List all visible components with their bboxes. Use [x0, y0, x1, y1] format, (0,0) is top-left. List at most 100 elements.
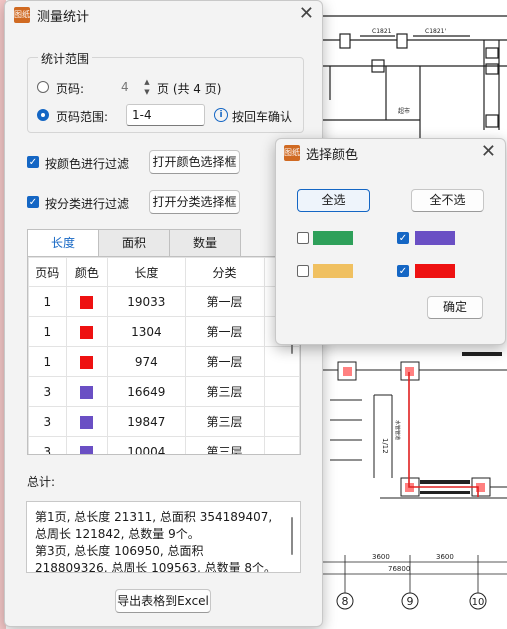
- stats-tabs: 长度 面积 数量: [27, 229, 295, 257]
- color-checkbox-purple[interactable]: ✓: [397, 232, 409, 244]
- table-header-row: 页码 颜色 长度 分类: [28, 257, 300, 287]
- spin-arrows[interactable]: ▲ ▼: [141, 77, 153, 97]
- cad-label-room: 超市: [398, 107, 410, 115]
- cell-color: [65, 376, 109, 407]
- cad-dim-a: 3600: [372, 553, 390, 561]
- tab-area[interactable]: 面积: [98, 229, 170, 257]
- cad-label-vertical2: 水管管道: [394, 420, 401, 440]
- page-radio[interactable]: [37, 81, 49, 93]
- color-swatch-purple: [415, 231, 455, 245]
- total-label: 总计:: [27, 475, 56, 489]
- color-swatch: [80, 445, 94, 454]
- cell-color: [65, 346, 109, 377]
- color-filter-checkbox[interactable]: ✓: [27, 156, 39, 168]
- select-none-button[interactable]: 全不选: [411, 189, 484, 212]
- stats-table-container[interactable]: 页码 颜色 长度 分类 1 19033 第一层 1 1304 第一层 1 974 第一层 3 166…: [27, 256, 301, 455]
- cell-length: 19033: [107, 286, 186, 317]
- color-swatch-red: [415, 264, 455, 278]
- title-bar[interactable]: 图纸 测量统计 ✕: [5, 1, 322, 29]
- cell-category: 第一层: [184, 316, 265, 347]
- col-header-color[interactable]: 颜色: [65, 257, 109, 287]
- page-label: 页码:: [56, 82, 85, 96]
- color-checkbox-yellow[interactable]: [297, 265, 309, 277]
- cell-page: 3: [28, 436, 67, 454]
- cell-filler: [263, 406, 300, 437]
- color-checkbox-red[interactable]: ✓: [397, 265, 409, 277]
- cad-dim-b: 3600: [436, 553, 454, 561]
- cell-category: 第三层: [184, 406, 265, 437]
- cell-color: [65, 316, 109, 347]
- color-swatch: [80, 295, 94, 309]
- summary-scrollbar[interactable]: [291, 517, 293, 555]
- spin-up-icon[interactable]: ▲: [141, 77, 153, 87]
- color-swatch: [80, 325, 94, 339]
- select-all-button[interactable]: 全选: [297, 189, 370, 212]
- cad-label-top-1: C1821: [372, 28, 392, 35]
- category-filter-checkbox[interactable]: ✓: [27, 196, 39, 208]
- table-row[interactable]: 1 974 第一层: [28, 346, 300, 377]
- color-dialog-app-icon: 图纸: [284, 145, 300, 161]
- color-dialog-title: 选择颜色: [306, 148, 359, 163]
- cad-axis-10: 10: [472, 597, 485, 608]
- color-picker-dialog: 图纸 选择颜色 ✕ 全选 全不选 ✓ ✓ 确定: [275, 138, 506, 345]
- cell-page: 1: [28, 286, 67, 317]
- cell-length: 16649: [107, 376, 186, 407]
- cad-axis-8: 8: [342, 595, 349, 608]
- cell-length: 974: [107, 346, 186, 377]
- cell-page: 3: [28, 376, 67, 407]
- range-input[interactable]: 1-4: [126, 104, 205, 126]
- dialog-title: 测量统计: [37, 10, 90, 25]
- range-radio[interactable]: [37, 109, 49, 121]
- cell-category: 第一层: [184, 346, 265, 377]
- open-color-picker-button[interactable]: 打开颜色选择框: [149, 150, 240, 174]
- color-swatch: [80, 355, 94, 369]
- col-header-length[interactable]: 长度: [107, 257, 186, 287]
- range-label: 页码范围:: [56, 110, 109, 124]
- color-checkbox-green[interactable]: [297, 232, 309, 244]
- spin-down-icon[interactable]: ▼: [141, 87, 153, 97]
- page-spin-value: 4: [121, 80, 129, 94]
- cell-length: 10004: [107, 436, 186, 454]
- color-dialog-close-icon[interactable]: ✕: [481, 142, 496, 162]
- scope-group-title: 统计范围: [38, 50, 93, 67]
- col-header-category[interactable]: 分类: [184, 257, 265, 287]
- open-category-picker-button[interactable]: 打开分类选择框: [149, 190, 240, 214]
- export-excel-button[interactable]: 导出表格到Excel: [115, 589, 211, 613]
- cad-axis-9: 9: [407, 595, 414, 608]
- cell-category: 第三层: [184, 376, 265, 407]
- enter-hint: 按回车确认: [232, 110, 293, 124]
- cell-page: 3: [28, 406, 67, 437]
- table-row[interactable]: 3 16649 第三层: [28, 376, 300, 407]
- cell-category: 第三层: [184, 436, 265, 454]
- cell-filler: [263, 376, 300, 407]
- category-filter-label: 按分类进行过滤: [45, 197, 130, 211]
- color-swatch-yellow: [313, 264, 353, 278]
- color-filter-label: 按颜色进行过滤: [45, 157, 130, 171]
- cell-color: [65, 436, 109, 454]
- stats-table: 页码 颜色 长度 分类 1 19033 第一层 1 1304 第一层 1 974 第一层 3 166…: [28, 257, 300, 454]
- color-swatch: [80, 385, 94, 399]
- cell-page: 1: [28, 346, 67, 377]
- col-header-page[interactable]: 页码: [28, 257, 67, 287]
- app-icon: 图纸: [14, 7, 30, 23]
- color-swatch: [80, 415, 94, 429]
- summary-text[interactable]: 第1页, 总长度 21311, 总面积 354189407, 总周长 12184…: [26, 501, 301, 573]
- cell-length: 1304: [107, 316, 186, 347]
- table-row[interactable]: 3 19847 第三层: [28, 406, 300, 437]
- tab-count[interactable]: 数量: [169, 229, 241, 257]
- cell-filler: [263, 346, 300, 377]
- table-row[interactable]: 3 10004 第三层: [28, 436, 300, 454]
- confirm-button[interactable]: 确定: [427, 296, 483, 319]
- cell-page: 1: [28, 316, 67, 347]
- cad-dim-total: 76800: [388, 565, 410, 573]
- table-row[interactable]: 1 1304 第一层: [28, 316, 300, 347]
- close-icon[interactable]: ✕: [299, 4, 314, 24]
- cell-length: 19847: [107, 406, 186, 437]
- table-row[interactable]: 1 19033 第一层: [28, 286, 300, 317]
- tab-length[interactable]: 长度: [27, 229, 99, 257]
- info-icon: i: [214, 108, 228, 122]
- cell-category: 第一层: [184, 286, 265, 317]
- cell-filler: [263, 436, 300, 454]
- cad-label-top-2: C1821': [425, 28, 446, 35]
- color-swatch-green: [313, 231, 353, 245]
